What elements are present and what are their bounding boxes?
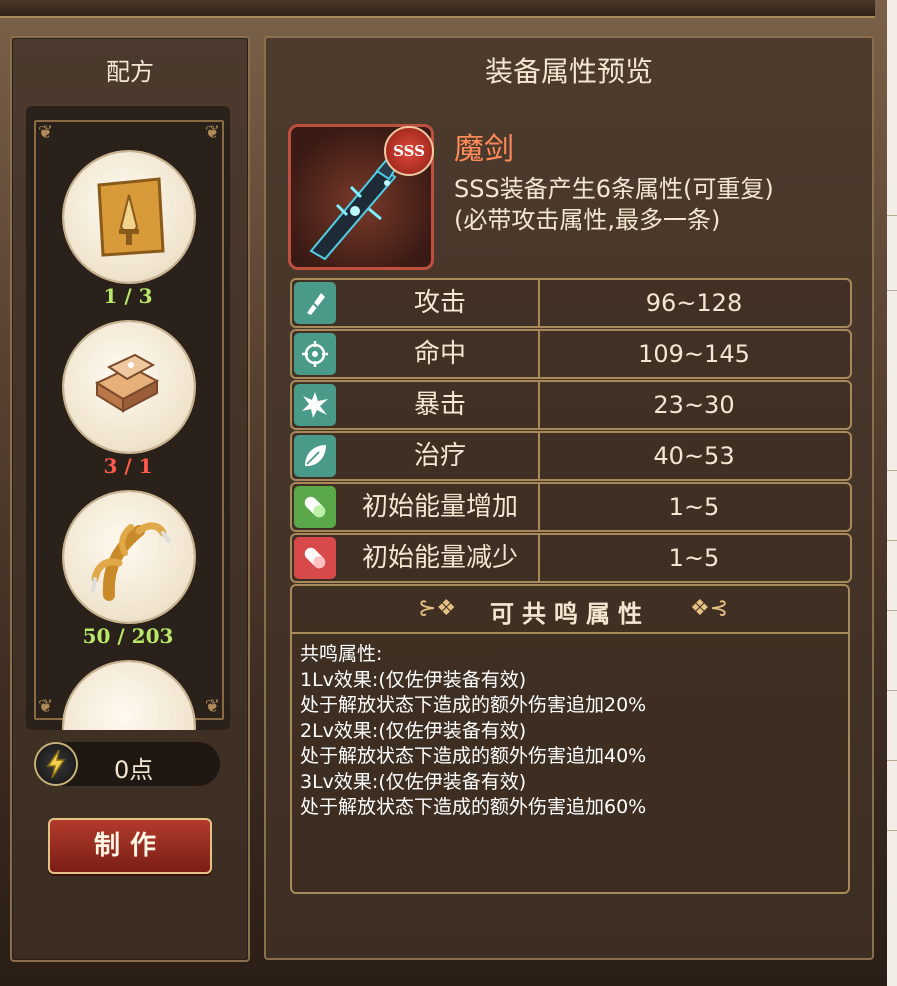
attribute-row-heal: 治疗 40~53 [290, 431, 852, 481]
ingot-icon [94, 353, 160, 413]
claw-icon [91, 522, 171, 601]
material-count: 50 / 203 [82, 624, 174, 648]
material-count: 3 / 1 [103, 454, 153, 478]
material-list[interactable]: ❦ ❦ ❦ ❦ 1 / 3 3 / 1 50 / 203 [26, 106, 230, 730]
corner-ornament-icon: ❦ [38, 696, 54, 717]
crit-icon [294, 384, 336, 426]
attribute-row-attack: 攻击 96~128 [290, 278, 852, 328]
attribute-name: 命中 [342, 331, 540, 377]
leaf-icon [294, 435, 336, 477]
attribute-row-accuracy: 命中 109~145 [290, 329, 852, 379]
item-description: SSS装备产生6条属性(可重复) (必带攻击属性,最多一条) [454, 174, 774, 236]
background-page-strip [887, 0, 897, 986]
corner-ornament-icon: ❦ [204, 696, 220, 717]
corner-ornament-icon: ❦ [204, 122, 220, 143]
resonance-line: 处于解放状态下造成的额外伤害追加40% [300, 745, 647, 767]
attribute-range: 23~30 [653, 391, 735, 419]
resonance-line: 2Lv效果:(仅佐伊装备有效) [300, 719, 527, 742]
resonance-line: 处于解放状态下造成的额外伤害追加20% [300, 694, 647, 716]
material-slot-ingot[interactable] [64, 322, 194, 452]
recipe-panel-title: 配方 [106, 58, 154, 86]
lightning-icon [36, 744, 76, 784]
target-icon [294, 333, 336, 375]
energy-value: 0点 [114, 756, 154, 784]
attribute-name: 攻击 [342, 280, 540, 326]
attribute-row-energy-up: 初始能量增加 1~5 [290, 482, 852, 532]
material-count: 1 / 3 [103, 284, 153, 308]
item-description-line: SSS装备产生6条属性(可重复) [454, 175, 774, 203]
resonance-line: 共鸣属性: [300, 643, 383, 665]
resonance-header: ⊱❖ 可共鸣属性 ❖⊰ [292, 586, 848, 634]
ornament-right-icon: ❖⊰ [690, 596, 729, 621]
recipe-panel: 配方 ❦ ❦ ❦ ❦ 1 / 3 3 / 1 50 / 203 0点 制作 [10, 36, 250, 962]
attribute-row-crit: 暴击 23~30 [290, 380, 852, 430]
attribute-range: 1~5 [668, 544, 720, 572]
resonance-line: 处于解放状态下造成的额外伤害追加60% [300, 796, 647, 818]
item-name: 魔剑 [454, 132, 514, 167]
attribute-name: 治疗 [342, 433, 540, 479]
energy-points: 0点 [34, 742, 220, 786]
attribute-name: 初始能量减少 [342, 535, 540, 581]
attribute-range: 96~128 [645, 289, 743, 317]
craft-button[interactable]: 制作 [48, 818, 212, 874]
energy-up-capsule-icon [294, 486, 336, 528]
corner-ornament-icon: ❦ [38, 122, 54, 143]
resonance-line: 1Lv效果:(仅佐伊装备有效) [300, 668, 527, 691]
material-slot-claw[interactable] [64, 492, 194, 622]
attack-icon [294, 282, 336, 324]
attribute-name: 暴击 [342, 382, 540, 428]
attribute-range: 1~5 [668, 493, 720, 521]
item-description-line: (必带攻击属性,最多一条) [454, 206, 721, 234]
attribute-range: 40~53 [653, 442, 735, 470]
resonance-title: 可共鸣属性 [490, 600, 650, 628]
attribute-range: 109~145 [638, 340, 750, 368]
top-bar [0, 0, 875, 18]
preview-panel-title: 装备属性预览 [484, 55, 653, 88]
resonance-line: 3Lv效果:(仅佐伊装备有效) [300, 770, 527, 793]
equipment-preview-panel: 装备属性预览 SSS 魔剑 SSS装备产生6条属性(可重复) (必带攻击属性,最… [264, 36, 874, 960]
resonance-box: ⊱❖ 可共鸣属性 ❖⊰ 共鸣属性: 1Lv效果:(仅佐伊装备有效) 处于解放状态… [290, 584, 850, 894]
resonance-text: 共鸣属性: 1Lv效果:(仅佐伊装备有效) 处于解放状态下造成的额外伤害追加20… [300, 642, 646, 821]
material-slot-sword-scroll[interactable] [64, 152, 194, 282]
attribute-row-energy-down: 初始能量减少 1~5 [290, 533, 852, 583]
sword-scroll-icon [97, 177, 165, 257]
energy-down-capsule-icon [294, 537, 336, 579]
attribute-name: 初始能量增加 [342, 484, 540, 530]
rank-badge: SSS [384, 126, 434, 176]
